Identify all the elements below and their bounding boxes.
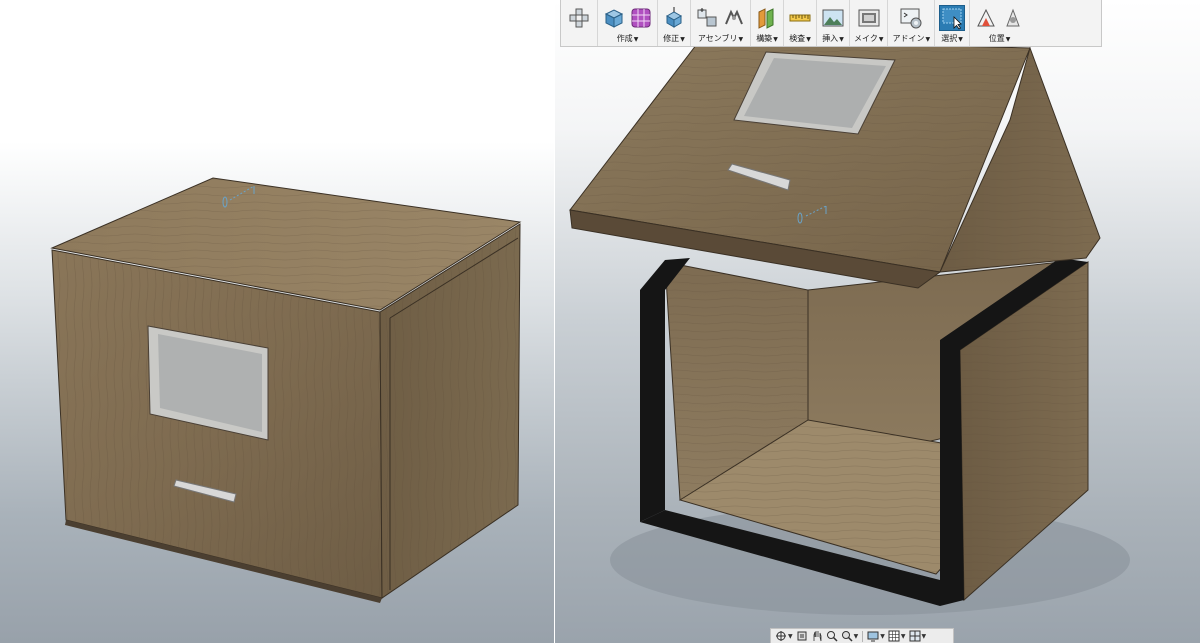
navigation-bar: ▼ ▼ ▼ ▼ ▼ bbox=[770, 628, 954, 643]
toolbar-insert-label[interactable]: 挿入▼ bbox=[822, 33, 844, 46]
zoom-icon[interactable] bbox=[825, 630, 839, 643]
press-pull-icon[interactable] bbox=[662, 6, 686, 30]
toolbar-addins-label[interactable]: アドイン▼ bbox=[892, 33, 930, 46]
toolbar-group-navigate[interactable] bbox=[561, 0, 598, 46]
measure-icon[interactable] bbox=[788, 6, 812, 30]
toolbar-group-inspect[interactable]: 検査▼ bbox=[784, 0, 817, 46]
grid-icon[interactable]: ▼ bbox=[887, 630, 907, 643]
print-3d-icon[interactable] bbox=[857, 6, 881, 30]
toolbar-group-assemble[interactable]: アセンブリ▼ bbox=[691, 0, 751, 46]
toolbar-group-addins[interactable]: アドイン▼ bbox=[888, 0, 936, 46]
toolbar-make-label[interactable]: メイク▼ bbox=[854, 33, 883, 46]
joint-icon[interactable] bbox=[722, 6, 746, 30]
navigate-cross-icon[interactable] bbox=[567, 6, 591, 30]
pan-icon[interactable] bbox=[810, 630, 824, 643]
toolbar-group-modify[interactable]: 修正▼ bbox=[658, 0, 691, 46]
select-cursor-icon[interactable] bbox=[939, 5, 966, 31]
toolbar-group-make[interactable]: メイク▼ bbox=[850, 0, 889, 46]
revert-position-icon[interactable] bbox=[1001, 6, 1025, 30]
toolbar-modify-label[interactable]: 修正▼ bbox=[663, 33, 685, 46]
toolbar-group-position[interactable]: 位置▼ bbox=[970, 0, 1029, 46]
offset-plane-icon[interactable] bbox=[755, 6, 779, 30]
toolbar-group-insert[interactable]: 挿入▼ bbox=[817, 0, 850, 46]
toolbar-position-label[interactable]: 位置▼ bbox=[989, 33, 1011, 46]
right-viewport[interactable] bbox=[555, 0, 1200, 643]
insert-image-icon[interactable] bbox=[821, 6, 845, 30]
new-component-icon[interactable] bbox=[695, 6, 719, 30]
closed-box-model[interactable] bbox=[0, 0, 555, 643]
open-box-model[interactable] bbox=[555, 0, 1200, 643]
toolbar-construct-label[interactable]: 構築▼ bbox=[756, 33, 778, 46]
left-viewport[interactable] bbox=[0, 0, 555, 643]
toolbar-inspect-label[interactable]: 検査▼ bbox=[789, 33, 811, 46]
box-icon[interactable] bbox=[602, 6, 626, 30]
scripts-icon[interactable] bbox=[899, 6, 923, 30]
fit-icon[interactable]: ▼ bbox=[840, 630, 860, 643]
display-settings-icon[interactable]: ▼ bbox=[866, 630, 886, 643]
orbit-icon[interactable]: ▼ bbox=[774, 630, 794, 643]
capture-position-icon[interactable] bbox=[974, 6, 998, 30]
toolbar-assemble-label[interactable]: アセンブリ▼ bbox=[698, 33, 743, 46]
toolbar-group-construct[interactable]: 構築▼ bbox=[751, 0, 784, 46]
toolbar-group-select[interactable]: 選択▼ bbox=[935, 0, 971, 46]
ribbon-toolbar: 作成▼ 修正▼ アセンブリ▼ 構築▼ 検査▼ 挿入▼ メイク▼ アドイン▼ 選択… bbox=[560, 0, 1102, 47]
viewports-icon[interactable]: ▼ bbox=[908, 630, 928, 643]
navbar-separator bbox=[862, 630, 864, 642]
toolbar-create-label[interactable]: 作成▼ bbox=[617, 33, 639, 46]
toolbar-select-label[interactable]: 選択▼ bbox=[941, 33, 963, 46]
look-at-icon[interactable] bbox=[795, 630, 809, 643]
toolbar-group-create[interactable]: 作成▼ bbox=[598, 0, 658, 46]
form-grid-icon[interactable] bbox=[629, 6, 653, 30]
